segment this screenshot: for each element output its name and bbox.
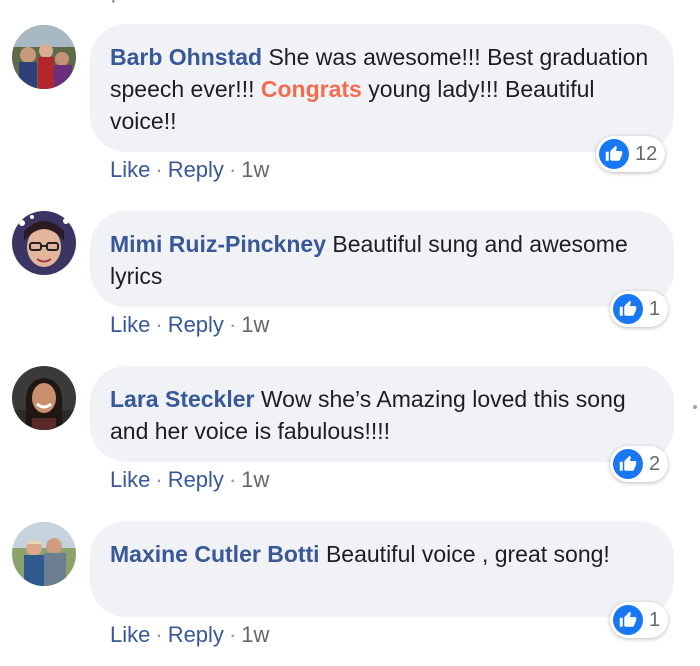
reaction-number: 12	[635, 142, 658, 165]
previous-comment-fragment: ·	[110, 0, 117, 12]
separator: ·	[228, 622, 237, 647]
reply-link[interactable]: Reply	[168, 312, 224, 337]
comment-timestamp[interactable]: 1w	[241, 467, 269, 492]
comment-bubble: Barb Ohnstad She was awesome!!! Best gra…	[90, 24, 674, 152]
separator: ·	[155, 622, 163, 647]
separator: ·	[228, 467, 237, 492]
separator: ·	[155, 157, 163, 182]
scroll-indicator-dot	[693, 405, 697, 409]
like-link[interactable]: Like	[110, 157, 150, 182]
reply-link[interactable]: Reply	[168, 622, 224, 647]
comment-actions: Like · Reply · 1w	[110, 312, 269, 338]
separator: ·	[155, 467, 163, 492]
reaction-number: 1	[649, 608, 661, 631]
reply-link[interactable]: Reply	[168, 157, 224, 182]
comment-bubble: Lara Steckler Wow she’s Amazing loved th…	[90, 366, 674, 462]
avatar[interactable]	[12, 522, 76, 586]
comment-bubble: Maxine Cutler Botti Beautiful voice , gr…	[90, 521, 674, 617]
comment-timestamp[interactable]: 1w	[241, 312, 269, 337]
comment-author[interactable]: Barb Ohnstad	[110, 44, 262, 70]
comment-text: Beautiful voice , great song!	[319, 541, 610, 567]
comment-actions: Like · Reply · 1w	[110, 157, 269, 183]
comment-author[interactable]: Lara Steckler	[110, 386, 254, 412]
reaction-number: 1	[649, 297, 661, 320]
comment-actions: Like · Reply · 1w	[110, 467, 269, 493]
thumbs-up-icon	[613, 605, 643, 635]
reaction-count[interactable]: 2	[610, 446, 669, 482]
reply-link[interactable]: Reply	[168, 467, 224, 492]
comment-bubble: Mimi Ruiz-Pinckney Beautiful sung and aw…	[90, 211, 674, 307]
avatar[interactable]	[12, 25, 76, 89]
reaction-number: 2	[649, 452, 661, 475]
avatar-photo	[12, 25, 76, 89]
like-link[interactable]: Like	[110, 312, 150, 337]
avatar[interactable]	[12, 211, 76, 275]
reaction-count[interactable]: 12	[596, 136, 666, 172]
comment-author[interactable]: Mimi Ruiz-Pinckney	[110, 231, 326, 257]
comment-author[interactable]: Maxine Cutler Botti	[110, 541, 320, 567]
reaction-count[interactable]: 1	[610, 602, 669, 638]
avatar-photo	[12, 366, 76, 430]
separator: ·	[228, 157, 237, 182]
thumbs-up-icon	[613, 294, 643, 324]
comment-timestamp[interactable]: 1w	[241, 622, 269, 647]
separator: ·	[228, 312, 237, 337]
separator: ·	[155, 312, 163, 337]
comment-actions: Like · Reply · 1w	[110, 622, 269, 648]
comment-timestamp[interactable]: 1w	[241, 157, 269, 182]
avatar-photo	[12, 211, 76, 275]
thumbs-up-icon	[599, 139, 629, 169]
comment-highlight-link[interactable]: Congrats	[261, 76, 362, 102]
like-link[interactable]: Like	[110, 622, 150, 647]
reaction-count[interactable]: 1	[610, 291, 669, 327]
thumbs-up-icon	[613, 449, 643, 479]
avatar[interactable]	[12, 366, 76, 430]
avatar-photo	[12, 522, 76, 586]
like-link[interactable]: Like	[110, 467, 150, 492]
